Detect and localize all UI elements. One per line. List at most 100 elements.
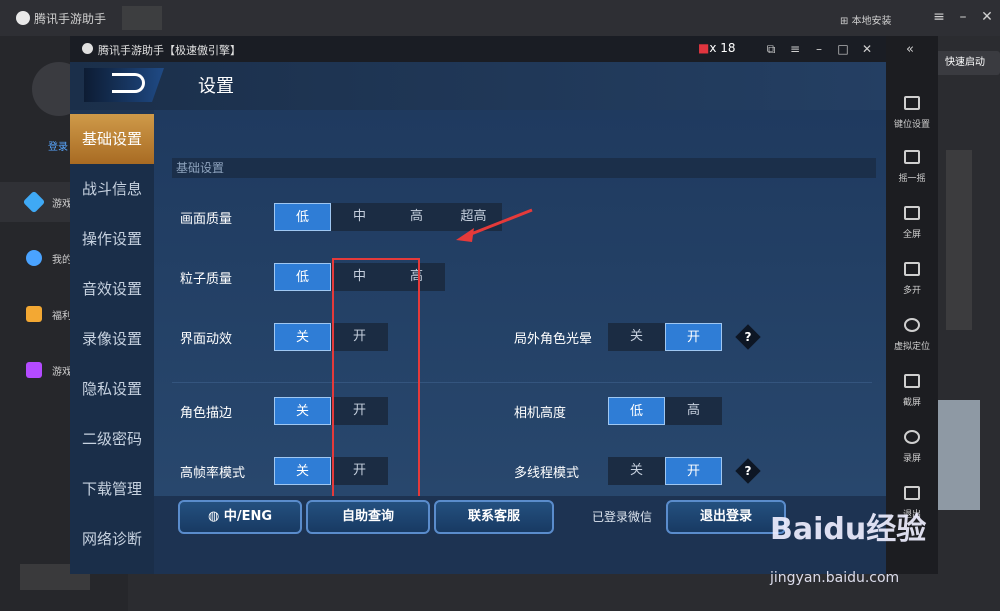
annotation-arrow-icon [456,208,533,242]
help-icon-glyph: ? [744,330,752,344]
language-button[interactable]: ◍ 中/ENG [178,500,302,534]
self-help-button[interactable]: 自助查询 [306,500,430,534]
gift-box-icon: ■ [698,41,710,55]
outer-nav-video[interactable]: 游戏 [0,350,72,390]
tool-keymap[interactable]: 键位设置 [886,88,938,142]
outside-glow-option[interactable]: 关 [608,323,665,351]
outer-nav-label: 游戏 [52,199,72,210]
nav-privacy-settings[interactable]: 隐私设置 [70,364,154,414]
close-icon[interactable]: ✕ [978,8,996,26]
outside-glow-option[interactable]: 开 [665,323,722,351]
help-icon[interactable]: ? [735,458,761,484]
multithread-toggle: 关 开 [608,457,722,485]
character-outline-label: 角色描边 [180,406,233,421]
nav-download-manager[interactable]: 下载管理 [70,464,154,514]
outer-nav-welfare[interactable]: 福利 [0,294,72,334]
multithread-option[interactable]: 开 [665,457,722,485]
contact-support-button[interactable]: 联系客服 [434,500,554,534]
multithread-option[interactable]: 关 [608,457,665,485]
tool-screenshot[interactable]: 截屏 [886,366,938,420]
blurred-tab [122,6,162,30]
multi-window-icon [904,262,920,276]
outside-glow-toggle: 关 开 [608,323,722,351]
outer-nav-game[interactable]: 游戏 [0,182,72,222]
section-label: 基础设置 [172,158,876,178]
page-title: 设置 [198,76,234,97]
tool-label: 摇一摇 [898,174,926,184]
outer-nav-label: 我的 [52,255,72,266]
tool-label: 虚拟定位 [893,342,930,352]
nav-secondary-password[interactable]: 二级密码 [70,414,154,464]
local-install-button[interactable]: ⊞ 本地安装 [840,12,892,27]
watermark-url: jingyan.baidu.com [770,570,900,586]
back-button[interactable] [84,68,164,102]
tool-label: 键位设置 [893,120,930,130]
dialog-logo-icon [82,43,93,54]
back-icon [112,73,145,93]
tool-shake[interactable]: 摇一摇 [886,142,938,196]
tool-record[interactable]: 录屏 [886,422,938,476]
tool-fullscreen[interactable]: 全屏 [886,198,938,252]
nav-battle-info[interactable]: 战斗信息 [70,164,154,214]
picture-quality-option[interactable]: 低 [274,203,331,231]
location-icon [904,318,920,332]
section-divider [172,382,872,383]
dialog-maximize-icon[interactable]: □ [834,40,852,58]
blurred-content [946,150,972,330]
nav-sound-settings[interactable]: 音效设置 [70,264,154,314]
gift-icon [26,306,42,322]
right-toolbar: « 键位设置 摇一摇 全屏 多开 虚拟定位 截屏 录屏 退出 [886,36,938,574]
nav-basic-settings[interactable]: 基础设置 [70,114,154,164]
help-icon-glyph: ? [744,464,752,478]
outside-glow-label: 局外角色光晕 [514,332,593,347]
language-label: 中/ENG [223,509,273,524]
dialog-minimize-icon[interactable]: – [810,40,828,58]
minimize-icon[interactable]: – [954,8,972,26]
tool-location[interactable]: 虚拟定位 [886,310,938,364]
video-icon [26,362,42,378]
dialog-titlebar: 腾讯手游助手【极速傲引擎】 ■x 18 ⧉ ≡ – □ ✕ [70,36,886,62]
shake-icon [904,150,920,164]
nav-operation-settings[interactable]: 操作设置 [70,214,154,264]
login-link[interactable]: 登录 [48,138,68,153]
exit-icon [904,486,920,500]
quick-start-button[interactable]: 快速启动 [930,51,1000,75]
popout-icon[interactable]: ⧉ [762,40,780,58]
record-icon [904,430,920,444]
camera-height-selector: 低 高 [608,397,722,425]
dialog-close-icon[interactable]: ✕ [858,40,876,58]
menu-icon[interactable]: ≡ [930,8,948,26]
wechat-login-status: 已登录微信 [592,510,653,524]
nav-recording-settings[interactable]: 录像设置 [70,314,154,364]
camera-height-label: 相机高度 [514,406,567,421]
character-outline-option[interactable]: 关 [274,397,331,425]
outer-nav-mine[interactable]: 我的 [0,238,72,278]
gamepad-icon [26,250,42,266]
settings-header [70,62,886,110]
tool-label: 截屏 [902,398,921,408]
picture-quality-label: 画面质量 [180,212,233,227]
dialog-menu-icon[interactable]: ≡ [786,40,804,58]
collapse-icon[interactable]: « [906,42,914,57]
camera-height-option[interactable]: 高 [665,397,722,425]
globe-icon: ◍ [207,509,220,524]
camera-height-option[interactable]: 低 [608,397,665,425]
logout-button[interactable]: 退出登录 [666,500,786,534]
outer-app-title: 腾讯手游助手 [34,12,107,26]
tool-multi-window[interactable]: 多开 [886,254,938,308]
outer-nav-label: 福利 [52,311,72,322]
particle-quality-option[interactable]: 低 [274,263,331,291]
keyboard-icon [904,96,920,110]
ui-animation-option[interactable]: 关 [274,323,331,351]
nav-network-diagnosis[interactable]: 网络诊断 [70,514,154,564]
gift-counter[interactable]: ■x 18 [698,41,736,55]
tool-label: 全屏 [902,230,921,240]
help-icon[interactable]: ? [735,324,761,350]
high-fps-option[interactable]: 关 [274,457,331,485]
picture-quality-option[interactable]: 中 [331,203,388,231]
ui-animation-label: 界面动效 [180,332,233,347]
tool-label: 录屏 [902,454,921,464]
tool-label: 多开 [902,286,921,296]
picture-quality-option[interactable]: 高 [388,203,445,231]
fullscreen-icon [904,206,920,220]
